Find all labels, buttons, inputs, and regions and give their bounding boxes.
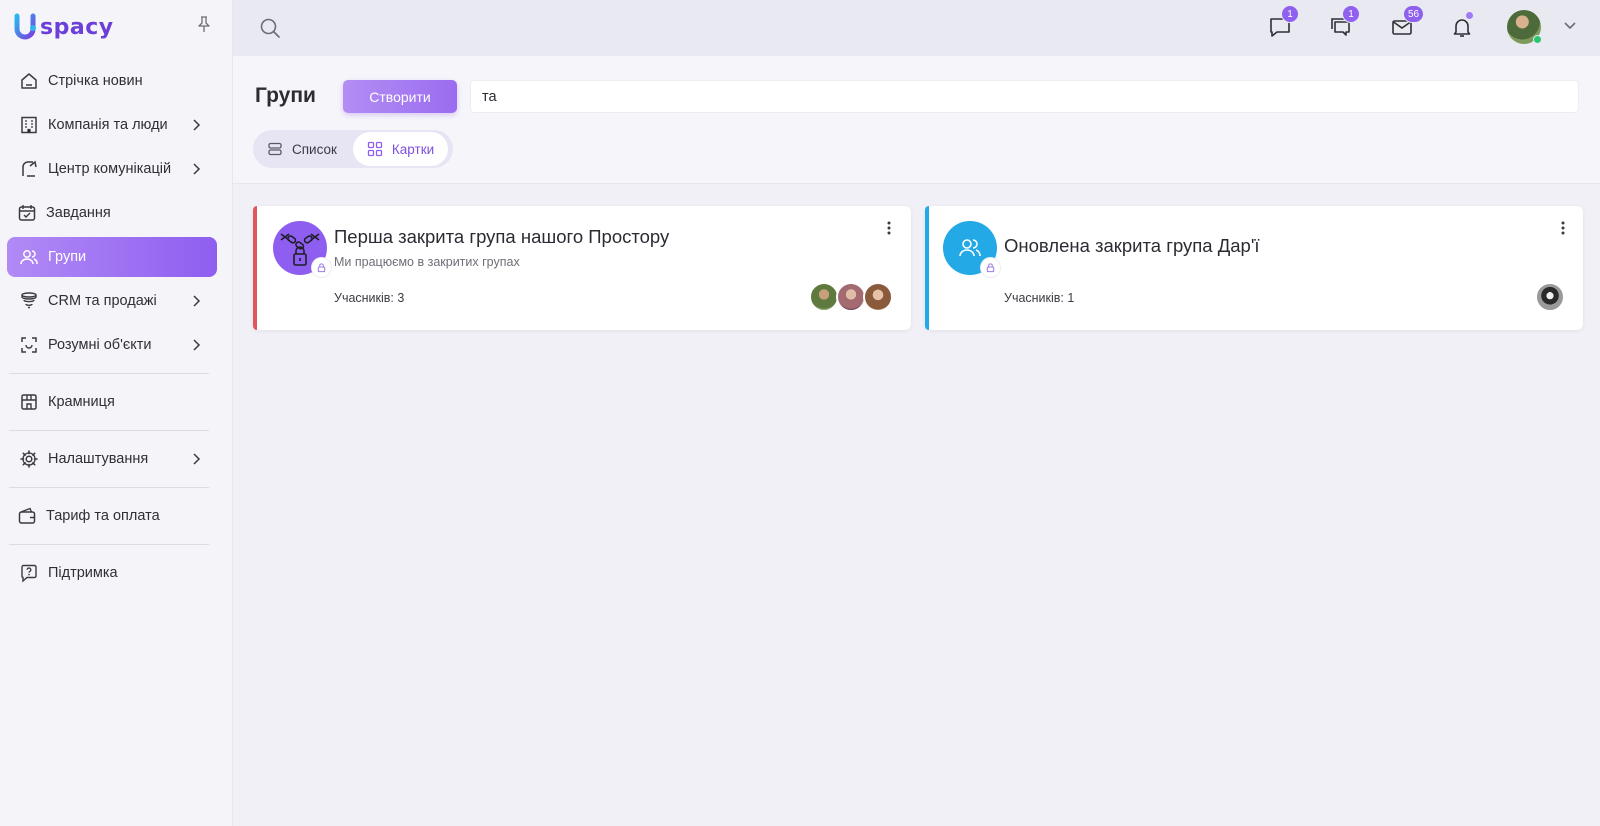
group-search-input[interactable]: та bbox=[470, 80, 1579, 113]
sidebar-item-label: Крамниця bbox=[48, 394, 115, 410]
more-options-icon[interactable] bbox=[882, 219, 896, 237]
chevron-down-icon[interactable] bbox=[1563, 21, 1577, 31]
sidebar-item-smart-objects[interactable]: Розумні об'єкти bbox=[7, 325, 217, 365]
chat-badge: 1 bbox=[1281, 5, 1299, 23]
chevron-right-icon bbox=[193, 119, 201, 131]
member-avatar[interactable] bbox=[863, 282, 893, 312]
topbar: 1 1 56 bbox=[233, 0, 1600, 56]
chevron-right-icon bbox=[193, 163, 201, 175]
chevron-right-icon bbox=[193, 339, 201, 351]
building-icon bbox=[19, 115, 39, 135]
chevron-right-icon bbox=[193, 453, 201, 465]
logo-mark-icon bbox=[14, 13, 36, 40]
mail-button[interactable]: 56 bbox=[1389, 5, 1425, 40]
member-avatar[interactable] bbox=[1535, 282, 1565, 312]
sidebar-item-groups[interactable]: Групи bbox=[7, 237, 217, 277]
view-list-button[interactable]: Список bbox=[253, 132, 351, 166]
sidebar-divider bbox=[9, 430, 209, 431]
chevron-right-icon bbox=[193, 295, 201, 307]
chat-button[interactable]: 1 bbox=[1267, 5, 1299, 40]
group-card[interactable]: Перша закрита група нашого Простору Ми п… bbox=[253, 206, 911, 330]
sidebar-divider bbox=[9, 544, 209, 545]
private-lock-badge bbox=[981, 258, 1000, 277]
card-accent bbox=[925, 206, 929, 330]
more-options-icon[interactable] bbox=[1556, 219, 1570, 237]
scan-icon bbox=[19, 335, 39, 355]
lock-icon bbox=[986, 263, 995, 273]
logo-text: spacy bbox=[40, 14, 114, 40]
gear-icon bbox=[19, 449, 39, 469]
page-header: Групи Створити та Список Картки bbox=[233, 56, 1600, 184]
view-cards-label: Картки bbox=[391, 141, 435, 157]
wallet-icon bbox=[17, 506, 37, 526]
sidebar-item-label: Тариф та оплата bbox=[46, 508, 160, 524]
sidebar-nav: Стрічка новин Компанія та люди Центр ком… bbox=[7, 61, 217, 597]
group-members-count: Учасників: 1 bbox=[1004, 291, 1075, 305]
notifications-button[interactable] bbox=[1449, 12, 1475, 40]
pin-icon[interactable] bbox=[196, 15, 212, 33]
comments-button[interactable]: 1 bbox=[1328, 5, 1360, 40]
grid-view-icon bbox=[367, 141, 383, 157]
sidebar-item-label: Налаштування bbox=[48, 451, 149, 467]
app-logo[interactable]: spacy bbox=[14, 10, 114, 44]
sidebar-item-store[interactable]: Крамниця bbox=[7, 382, 217, 422]
users-icon bbox=[19, 247, 39, 267]
group-members-count: Учасників: 3 bbox=[334, 291, 405, 305]
view-toggle: Список Картки bbox=[253, 130, 453, 168]
sidebar-divider bbox=[9, 373, 209, 374]
help-icon bbox=[19, 563, 39, 583]
sidebar-item-tasks[interactable]: Завдання bbox=[7, 193, 217, 233]
funnel-icon bbox=[19, 291, 39, 311]
lock-icon bbox=[317, 263, 326, 273]
sidebar-divider bbox=[9, 487, 209, 488]
communication-icon bbox=[19, 159, 39, 179]
private-lock-badge bbox=[312, 258, 331, 277]
sidebar-item-billing[interactable]: Тариф та оплата bbox=[7, 496, 217, 536]
sidebar-item-label: Компанія та люди bbox=[48, 117, 168, 133]
list-view-icon bbox=[268, 142, 282, 156]
sidebar: spacy Стрічка новин Компанія та люди Цен… bbox=[0, 0, 233, 826]
notification-dot bbox=[1466, 12, 1473, 19]
sidebar-item-label: CRM та продажі bbox=[48, 293, 157, 309]
member-avatar[interactable] bbox=[836, 282, 866, 312]
group-card[interactable]: Оновлена закрита група Дар'ї Учасників: … bbox=[925, 206, 1583, 330]
sidebar-item-label: Центр комунікацій bbox=[48, 161, 172, 177]
sidebar-item-label: Завдання bbox=[46, 205, 111, 221]
store-icon bbox=[19, 392, 39, 412]
card-accent bbox=[253, 206, 257, 330]
create-group-button[interactable]: Створити bbox=[343, 80, 457, 113]
group-title[interactable]: Перша закрита група нашого Простору bbox=[334, 226, 669, 248]
view-cards-button[interactable]: Картки bbox=[352, 132, 449, 166]
sidebar-item-label: Підтримка bbox=[48, 565, 118, 581]
sidebar-item-crm[interactable]: CRM та продажі bbox=[7, 281, 217, 321]
sidebar-item-support[interactable]: Підтримка bbox=[7, 553, 217, 593]
view-list-label: Список bbox=[292, 141, 337, 157]
sidebar-item-news[interactable]: Стрічка новин bbox=[7, 61, 217, 101]
user-avatar[interactable] bbox=[1507, 10, 1542, 44]
sidebar-item-communication[interactable]: Центр комунікацій bbox=[7, 149, 217, 189]
mail-badge: 56 bbox=[1403, 5, 1425, 23]
comments-badge: 1 bbox=[1342, 5, 1360, 23]
sidebar-item-settings[interactable]: Налаштування bbox=[7, 439, 217, 479]
page-title: Групи bbox=[255, 84, 316, 107]
sidebar-item-company[interactable]: Компанія та люди bbox=[7, 105, 217, 145]
online-indicator bbox=[1533, 35, 1542, 44]
sidebar-item-label: Стрічка новин bbox=[48, 73, 143, 89]
member-avatar[interactable] bbox=[809, 282, 839, 312]
sidebar-item-label: Розумні об'єкти bbox=[48, 337, 152, 353]
calendar-check-icon bbox=[17, 203, 37, 223]
search-icon[interactable] bbox=[259, 17, 281, 39]
sidebar-item-label: Групи bbox=[48, 249, 87, 265]
home-icon bbox=[19, 71, 39, 91]
group-title[interactable]: Оновлена закрита група Дар'ї bbox=[1004, 235, 1260, 257]
group-description: Ми працюємо в закритих групах bbox=[334, 255, 520, 269]
